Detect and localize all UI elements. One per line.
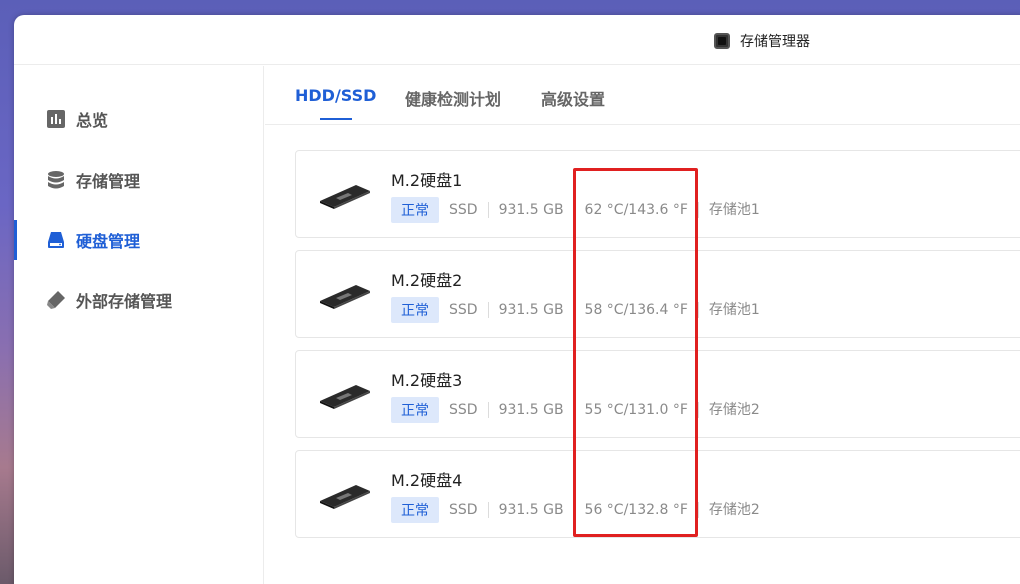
tab-health-check[interactable]: 健康检测计划 — [405, 86, 501, 110]
disk-name: M.2硬盘1 — [391, 171, 463, 190]
sidebar-item-label: 硬盘管理 — [76, 232, 141, 251]
disk-name: M.2硬盘3 — [391, 371, 463, 390]
disk-temperature: 55 °C/131.0 °F — [573, 402, 698, 418]
ssd-icon — [320, 385, 370, 409]
disk-card[interactable]: M.2硬盘2 正常 SSD 931.5 GB 58 °C/136.4 °F 存储… — [295, 250, 1020, 338]
disk-pool: 存储池2 — [697, 502, 770, 518]
disk-meta: 正常 SSD 931.5 GB 56 °C/132.8 °F 存储池2 — [391, 497, 770, 523]
sidebar-item-label: 外部存储管理 — [76, 292, 173, 311]
disk-temperature: 58 °C/136.4 °F — [573, 302, 698, 318]
disk-temperature: 56 °C/132.8 °F — [573, 502, 698, 518]
sidebar-item-disk-management[interactable]: 硬盘管理 — [14, 220, 264, 260]
ssd-icon — [320, 185, 370, 209]
disk-name: M.2硬盘2 — [391, 271, 463, 290]
tab-bar: HDD/SSD 健康检测计划 高级设置 — [265, 66, 1020, 125]
sidebar-item-storage[interactable]: 存储管理 — [14, 160, 264, 200]
disk-name: M.2硬盘4 — [391, 471, 463, 490]
disk-meta: 正常 SSD 931.5 GB 58 °C/136.4 °F 存储池1 — [391, 297, 770, 323]
disk-size: 931.5 GB — [487, 502, 574, 518]
disk-pool: 存储池1 — [697, 302, 770, 318]
disk-type: SSD — [449, 302, 478, 318]
app-title-label: 存储管理器 — [740, 34, 810, 50]
disk-type: SSD — [449, 402, 478, 418]
active-tab-indicator — [320, 118, 352, 120]
app-title: 存储管理器 — [714, 31, 810, 51]
tab-advanced-settings[interactable]: 高级设置 — [541, 86, 605, 110]
disk-meta: 正常 SSD 931.5 GB 62 °C/143.6 °F 存储池1 — [391, 197, 770, 223]
disk-card[interactable]: M.2硬盘3 正常 SSD 931.5 GB 55 °C/131.0 °F 存储… — [295, 350, 1020, 438]
sidebar-item-label: 总览 — [76, 111, 109, 130]
main-panel: HDD/SSD 健康检测计划 高级设置 M.2硬盘1 正常 SSD 931.5 … — [265, 66, 1020, 584]
ssd-icon — [320, 285, 370, 309]
disk-temperature: 62 °C/143.6 °F — [573, 202, 698, 218]
disk-card[interactable]: M.2硬盘1 正常 SSD 931.5 GB 62 °C/143.6 °F 存储… — [295, 150, 1020, 238]
sidebar-item-overview[interactable]: 总览 — [14, 99, 264, 139]
disk-size: 931.5 GB — [487, 402, 574, 418]
status-badge: 正常 — [391, 197, 439, 223]
sidebar: 总览 存储管理 硬盘管理 外部存储管理 — [14, 66, 264, 584]
status-badge: 正常 — [391, 397, 439, 423]
disk-card[interactable]: M.2硬盘4 正常 SSD 931.5 GB 56 °C/132.8 °F 存储… — [295, 450, 1020, 538]
usb-drive-icon — [47, 291, 65, 309]
ssd-icon — [320, 485, 370, 509]
disk-size: 931.5 GB — [487, 202, 574, 218]
title-bar: 存储管理器 — [14, 15, 1020, 65]
disk-meta: 正常 SSD 931.5 GB 55 °C/131.0 °F 存储池2 — [391, 397, 770, 423]
app-window: 存储管理器 总览 存储管理 硬盘管理 外部存储管理 HDD/SSD 健康检测计划… — [14, 15, 1020, 584]
sidebar-item-label: 存储管理 — [76, 172, 141, 191]
chart-icon — [47, 110, 65, 128]
disk-type: SSD — [449, 502, 478, 518]
disk-type: SSD — [449, 202, 478, 218]
disk-size: 931.5 GB — [487, 302, 574, 318]
sidebar-item-external-storage[interactable]: 外部存储管理 — [14, 280, 264, 320]
status-badge: 正常 — [391, 497, 439, 523]
disk-pool: 存储池2 — [697, 402, 770, 418]
disk-pool: 存储池1 — [697, 202, 770, 218]
storage-manager-icon — [714, 33, 730, 49]
database-icon — [48, 171, 64, 189]
disk-icon — [48, 232, 64, 248]
tab-hdd-ssd[interactable]: HDD/SSD — [295, 86, 376, 105]
status-badge: 正常 — [391, 297, 439, 323]
